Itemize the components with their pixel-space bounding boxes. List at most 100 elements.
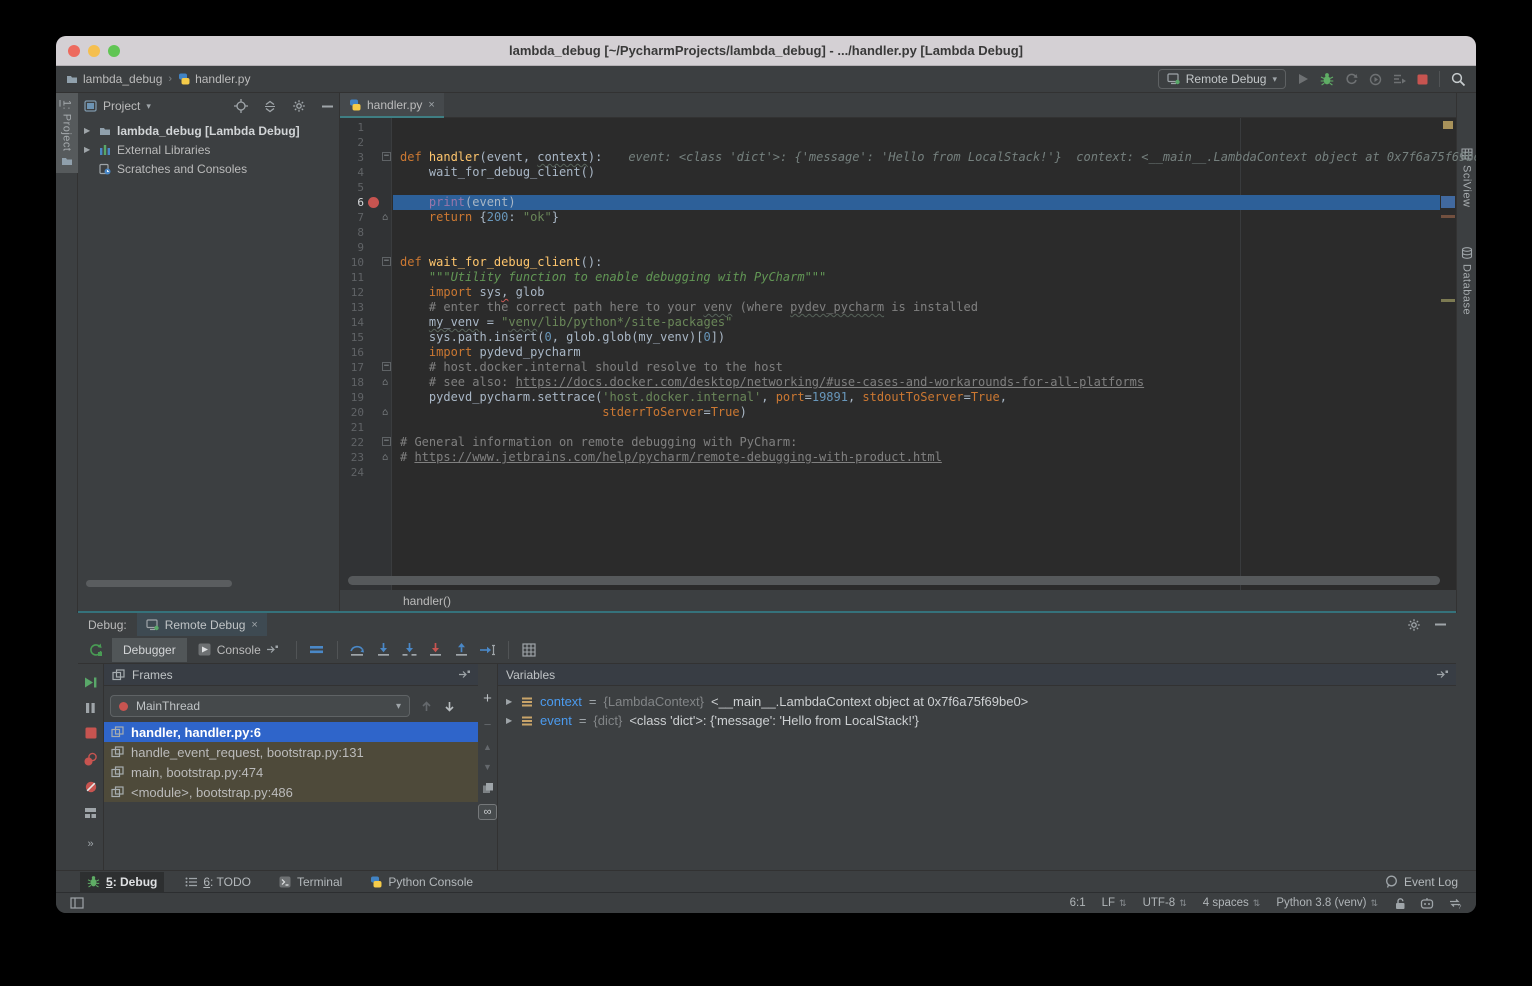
- sync-icon[interactable]: ?: [1448, 897, 1462, 909]
- line-number[interactable]: 11: [340, 270, 364, 285]
- fold-marker-icon[interactable]: ⌂: [382, 407, 388, 418]
- line-number[interactable]: 17: [340, 360, 364, 375]
- line-number[interactable]: 24: [340, 465, 364, 480]
- status-widget[interactable]: 4 spaces⇅: [1203, 897, 1261, 909]
- line-number[interactable]: 1: [340, 120, 364, 135]
- fold-marker-icon[interactable]: ⌂: [382, 212, 388, 223]
- thread-selector[interactable]: MainThread ▾: [110, 695, 410, 717]
- code-line[interactable]: 7⌂ return {200: "ok"}: [340, 210, 1440, 225]
- stop-button[interactable]: [1417, 74, 1428, 85]
- fold-marker-icon[interactable]: −: [382, 437, 391, 446]
- tab-handler-py[interactable]: handler.py ×: [340, 93, 444, 118]
- code-line[interactable]: 22−# General information on remote debug…: [340, 435, 1440, 450]
- code-line[interactable]: 11 """Utility function to enable debuggi…: [340, 270, 1440, 285]
- frame-row[interactable]: handler, handler.py:6: [104, 722, 478, 742]
- chevron-down-icon[interactable]: ▾: [146, 101, 151, 112]
- tree-item[interactable]: ▶External Libraries: [78, 140, 339, 159]
- code-line[interactable]: 24: [340, 465, 1440, 480]
- code-line[interactable]: 20⌂ stderrToServer=True): [340, 405, 1440, 420]
- line-number[interactable]: 12: [340, 285, 364, 300]
- breadcrumb-handler[interactable]: handler(): [403, 594, 451, 608]
- evaluate-expression-button[interactable]: [516, 638, 542, 662]
- event-log-button[interactable]: Event Log: [1385, 875, 1476, 889]
- code-line[interactable]: 15 sys.path.insert(0, glob.glob(my_venv)…: [340, 330, 1440, 345]
- more-actions-button[interactable]: »: [87, 838, 93, 850]
- hide-panel-icon[interactable]: [1435, 623, 1446, 626]
- duplicate-watch-icon[interactable]: [482, 782, 494, 794]
- line-number[interactable]: 16: [340, 345, 364, 360]
- status-widget[interactable]: LF⇅: [1102, 897, 1127, 909]
- tree-item[interactable]: ▶lambda_debug [Lambda Debug]: [78, 121, 339, 140]
- breakpoint-icon[interactable]: [368, 197, 379, 208]
- breadcrumb-item[interactable]: lambda_debug: [66, 72, 162, 86]
- status-widget[interactable]: Python 3.8 (venv)⇅: [1276, 897, 1378, 909]
- rerun-button[interactable]: [82, 638, 108, 662]
- fold-marker-icon[interactable]: ⌂: [382, 377, 388, 388]
- line-number[interactable]: 13: [340, 300, 364, 315]
- line-number[interactable]: 14: [340, 315, 364, 330]
- line-number[interactable]: 20: [340, 405, 364, 420]
- close-window-button[interactable]: [68, 45, 80, 57]
- frame-row[interactable]: main, bootstrap.py:474: [104, 762, 478, 782]
- step-into-button[interactable]: [371, 638, 397, 662]
- pin-icon[interactable]: [1437, 670, 1448, 679]
- status-widget[interactable]: UTF-8⇅: [1143, 897, 1187, 909]
- step-into-my-code-button[interactable]: [397, 638, 423, 662]
- code-line[interactable]: 13 # enter the correct path here to your…: [340, 300, 1440, 315]
- line-number[interactable]: 3: [340, 150, 364, 165]
- tool-window-button[interactable]: 6: TODO: [178, 872, 258, 892]
- stop-button[interactable]: [85, 727, 97, 739]
- collapse-all-icon[interactable]: [264, 100, 276, 113]
- move-down-button[interactable]: ▼: [483, 762, 492, 772]
- locate-file-icon[interactable]: [234, 99, 248, 113]
- gear-icon[interactable]: [1407, 618, 1421, 632]
- variable-row[interactable]: ▶event={dict}<class 'dict'>: {'message':…: [498, 711, 1456, 730]
- tool-window-button[interactable]: 5: Debug: [80, 872, 164, 892]
- force-step-into-button[interactable]: [423, 638, 449, 662]
- line-number[interactable]: 10: [340, 255, 364, 270]
- fold-marker-icon[interactable]: −: [382, 152, 391, 161]
- line-number[interactable]: 19: [340, 390, 364, 405]
- run-button[interactable]: [1297, 73, 1309, 85]
- expand-arrow-icon[interactable]: ▶: [84, 126, 93, 135]
- hide-panel-icon[interactable]: [322, 105, 333, 108]
- frame-row[interactable]: <module>, bootstrap.py:486: [104, 782, 478, 802]
- step-out-button[interactable]: [449, 638, 475, 662]
- code-line[interactable]: 12 import sys, glob: [340, 285, 1440, 300]
- code-line[interactable]: 4 wait_for_debug_client(): [340, 165, 1440, 180]
- assistant-face-icon[interactable]: [1420, 897, 1434, 909]
- lock-icon[interactable]: [1394, 897, 1406, 910]
- next-frame-button[interactable]: [443, 700, 456, 713]
- show-execution-point-button[interactable]: [304, 638, 330, 662]
- line-number[interactable]: 4: [340, 165, 364, 180]
- gear-icon[interactable]: [292, 99, 306, 113]
- view-breakpoints-button[interactable]: [83, 752, 98, 767]
- zoom-window-button[interactable]: [108, 45, 120, 57]
- step-over-button[interactable]: [345, 638, 371, 662]
- line-number[interactable]: 22: [340, 435, 364, 450]
- code-line[interactable]: 8: [340, 225, 1440, 240]
- tab-debugger[interactable]: Debugger: [112, 638, 187, 662]
- fold-marker-icon[interactable]: −: [382, 362, 391, 371]
- variable-row[interactable]: ▶context={LambdaContext}<__main__.Lambda…: [498, 692, 1456, 711]
- minimize-window-button[interactable]: [88, 45, 100, 57]
- search-everywhere-icon[interactable]: [1451, 72, 1466, 87]
- status-widget[interactable]: 6:1: [1070, 897, 1086, 909]
- concurrency-button[interactable]: [1393, 73, 1406, 85]
- code-line[interactable]: 5: [340, 180, 1440, 195]
- expand-arrow-icon[interactable]: ▶: [84, 145, 93, 154]
- code-line[interactable]: 16 import pydevd_pycharm: [340, 345, 1440, 360]
- line-number[interactable]: 21: [340, 420, 364, 435]
- line-number[interactable]: 6: [340, 195, 364, 210]
- code-line[interactable]: 21: [340, 420, 1440, 435]
- code-line[interactable]: 9: [340, 240, 1440, 255]
- frame-row[interactable]: handle_event_request, bootstrap.py:131: [104, 742, 478, 762]
- show-watches-toggle[interactable]: ∞: [478, 804, 497, 820]
- toolwindow-toggle-icon[interactable]: [70, 897, 84, 909]
- project-panel-title[interactable]: Project: [103, 99, 140, 113]
- debug-button[interactable]: [1320, 72, 1334, 86]
- close-icon[interactable]: ×: [251, 619, 257, 631]
- expand-arrow-icon[interactable]: ▶: [506, 697, 515, 706]
- code-line[interactable]: 17− # host.docker.internal should resolv…: [340, 360, 1440, 375]
- code-line[interactable]: 18⌂ # see also: https://docs.docker.com/…: [340, 375, 1440, 390]
